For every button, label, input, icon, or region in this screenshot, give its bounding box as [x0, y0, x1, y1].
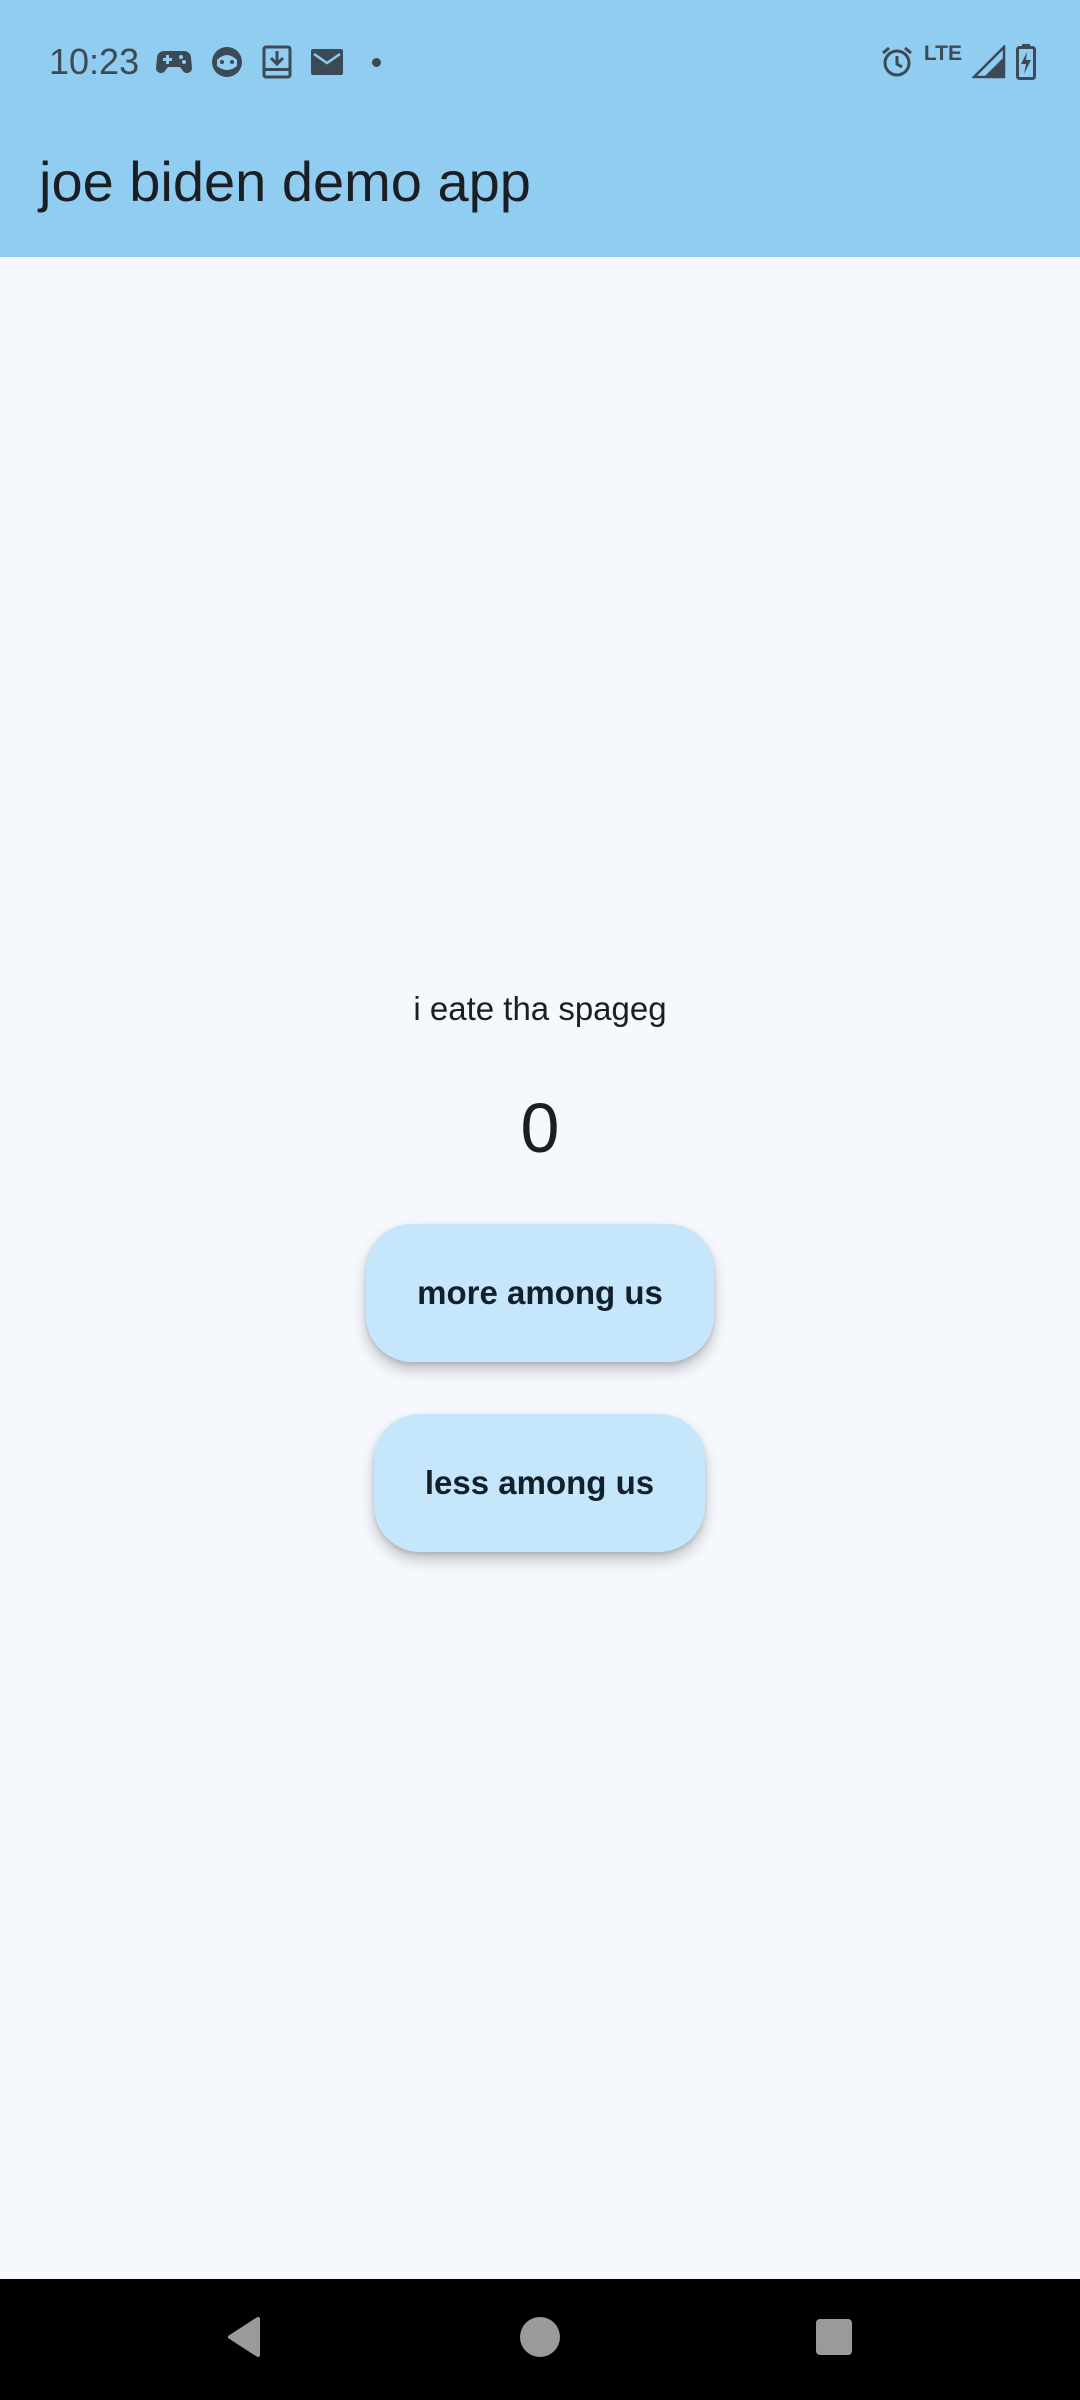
navigation-bar: [0, 2279, 1080, 2400]
status-time: 10:23: [49, 41, 140, 82]
cat-face-icon: [210, 45, 244, 79]
gamepad-icon: [156, 47, 192, 77]
status-bar: 10:23 LTE: [0, 0, 1080, 125]
mail-icon: [310, 48, 344, 76]
back-button[interactable]: [186, 2279, 306, 2400]
back-icon: [224, 2315, 268, 2364]
notification-icons: [156, 42, 381, 82]
system-icons: LTE: [880, 40, 1036, 84]
download-box-icon: [262, 45, 292, 79]
counter-value: 0: [520, 1089, 560, 1167]
recents-icon: [814, 2317, 854, 2362]
decrement-button[interactable]: less among us: [374, 1414, 705, 1552]
recents-button[interactable]: [774, 2279, 894, 2400]
increment-button[interactable]: more among us: [366, 1224, 714, 1362]
app-bar: 10:23 LTE joe biden demo app: [0, 0, 1080, 257]
home-button[interactable]: [480, 2279, 600, 2400]
home-icon: [518, 2315, 562, 2364]
battery-charging-icon: [1016, 44, 1036, 80]
notification-dot: [372, 57, 381, 67]
page-title: joe biden demo app: [39, 150, 531, 213]
cellular-signal-icon: [972, 45, 1006, 79]
subtitle-text: i eate tha spageg: [413, 990, 667, 1027]
lte-indicator: LTE: [923, 41, 962, 65]
alarm-icon: [880, 45, 914, 79]
